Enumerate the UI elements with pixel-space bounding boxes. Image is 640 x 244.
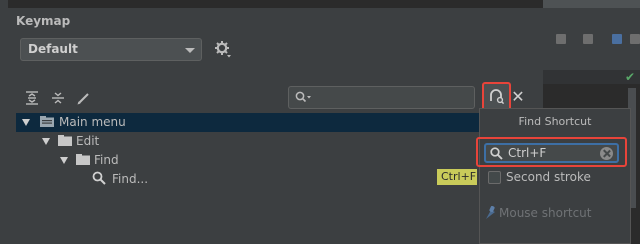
clear-icon[interactable]: [600, 147, 613, 160]
menu-folder-icon: [40, 116, 54, 127]
background-folder-icon: [612, 34, 622, 44]
gear-icon[interactable]: [214, 40, 232, 58]
shortcut-input[interactable]: Ctrl+F: [484, 143, 619, 163]
tree-item-label: Find: [94, 153, 119, 167]
tree-item-label: Find...: [112, 172, 149, 186]
tree-item-label: Edit: [76, 134, 100, 148]
chevron-down-icon: [185, 48, 195, 53]
close-icon[interactable]: ✕: [511, 87, 525, 107]
keymap-scheme-value: Default: [28, 42, 78, 56]
expand-arrow-icon[interactable]: [22, 119, 30, 126]
collapse-all-icon[interactable]: [50, 90, 66, 106]
find-shortcut-button[interactable]: [482, 82, 511, 111]
folder-icon: [58, 135, 72, 146]
expand-arrow-icon[interactable]: [60, 157, 68, 164]
background-toolbar: [543, 0, 640, 8]
tree-item-find[interactable]: Find: [16, 151, 543, 170]
keymap-scheme-select[interactable]: Default: [20, 38, 202, 61]
popup-title: Find Shortcut: [518, 115, 592, 128]
second-stroke-checkbox[interactable]: [488, 171, 501, 184]
tree-item-main-menu[interactable]: Main menu: [16, 113, 543, 132]
mouse-icon: [486, 206, 495, 219]
search-icon: [92, 171, 106, 185]
check-icon: ✔: [625, 70, 636, 84]
background-toolbar-icon: [583, 34, 593, 44]
tree-item-label: Main menu: [59, 115, 126, 129]
search-icon: [490, 147, 503, 160]
edit-pencil-icon[interactable]: [76, 90, 92, 106]
mouse-shortcut-label: Mouse shortcut: [499, 206, 592, 220]
background-toolbar-icon: [630, 34, 640, 44]
shortcut-field-highlight: Ctrl+F: [476, 137, 627, 167]
search-icon: [295, 91, 311, 103]
tree-item-edit[interactable]: Edit: [16, 132, 543, 151]
shortcut-badge: Ctrl+F: [437, 169, 477, 185]
expand-arrow-icon[interactable]: [42, 138, 50, 145]
shortcut-input-value: Ctrl+F: [508, 146, 547, 160]
folder-icon: [76, 154, 90, 165]
find-shortcut-icon: [490, 89, 505, 105]
second-stroke-label[interactable]: Second stroke: [506, 170, 591, 184]
panel-title: Keymap: [16, 14, 71, 28]
background-window-edge: [0, 0, 8, 244]
background-toolbar-icon: [556, 34, 566, 44]
keymap-panel: Keymap Default ✕ Main menu Edit Find Fin…: [8, 8, 543, 244]
action-search-input[interactable]: [288, 86, 475, 109]
expand-all-icon[interactable]: [24, 90, 40, 106]
